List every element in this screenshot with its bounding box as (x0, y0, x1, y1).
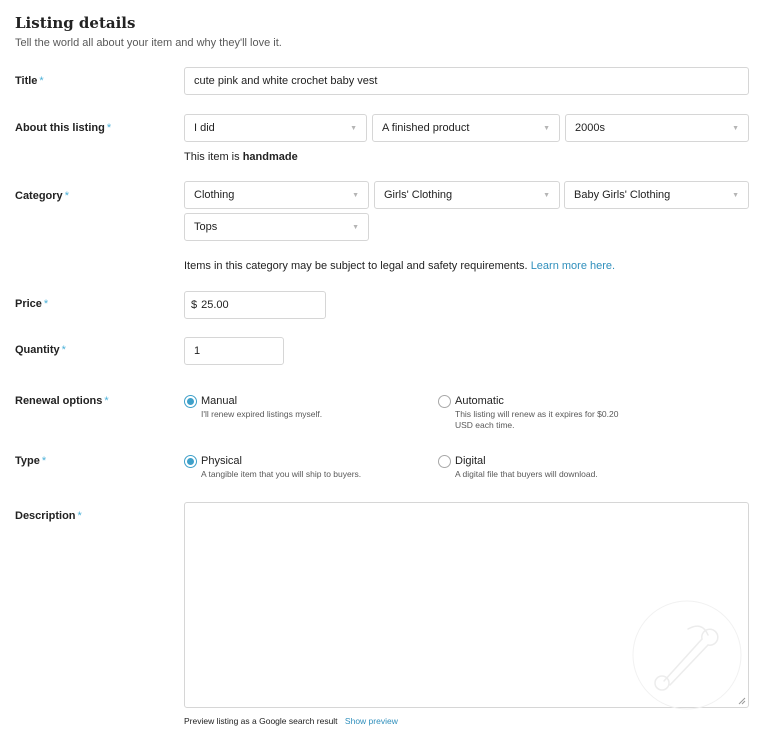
resize-grip-icon[interactable] (738, 697, 746, 705)
type-option-physical[interactable]: Physical A tangible item that you will s… (184, 455, 361, 480)
chevron-down-icon: ▼ (352, 223, 359, 231)
renewal-option-automatic[interactable]: Automatic This listing will renew as it … (438, 395, 618, 431)
renewal-automatic-title: Automatic (455, 395, 504, 407)
chevron-down-icon: ▼ (543, 191, 550, 199)
renewal-manual-title: Manual (201, 395, 238, 407)
category-label: Category * (15, 190, 69, 202)
who-made-value: I did (194, 121, 215, 134)
renewal-option-manual[interactable]: Manual I'll renew expired listings mysel… (184, 395, 322, 420)
type-label: Type * (15, 455, 47, 467)
category-level1-value: Clothing (194, 188, 235, 201)
quantity-value: 1 (194, 344, 201, 357)
google-preview-row: Preview listing as a Google search resul… (184, 716, 398, 727)
required-marker: * (39, 75, 44, 87)
radio-checked-icon[interactable] (184, 455, 197, 468)
type-digital-desc: A digital file that buyers will download… (455, 469, 598, 479)
what-is-it-value: A finished product (382, 121, 470, 134)
chevron-down-icon: ▼ (352, 191, 359, 199)
chevron-down-icon: ▼ (543, 124, 550, 132)
when-made-value: 2000s (575, 121, 605, 134)
type-physical-desc: A tangible item that you will ship to bu… (201, 469, 362, 479)
category-select-level4[interactable]: Tops ▼ (184, 213, 369, 241)
radio-unchecked-icon[interactable] (438, 455, 451, 468)
quantity-input[interactable]: 1 (184, 337, 284, 365)
safety-pin-icon (632, 600, 742, 710)
required-marker: * (43, 298, 49, 310)
title-label: Title * (15, 75, 44, 87)
required-marker: * (41, 455, 47, 467)
currency-symbol: $ (191, 298, 198, 311)
price-value: 25.00 (201, 298, 229, 311)
radio-unchecked-icon[interactable] (438, 395, 451, 408)
when-made-select[interactable]: 2000s ▼ (565, 114, 749, 142)
chevron-down-icon: ▼ (732, 124, 739, 132)
category-level3-value: Baby Girls' Clothing (574, 188, 671, 201)
category-level2-value: Girls' Clothing (384, 188, 453, 201)
type-digital-title: Digital (455, 455, 486, 467)
price-input[interactable]: $ 25.00 (184, 291, 326, 319)
show-preview-link[interactable]: Show preview (345, 716, 398, 726)
chevron-down-icon: ▼ (732, 191, 739, 199)
learn-more-link[interactable]: Learn more here. (531, 260, 615, 272)
category-legal-note: Items in this category may be subject to… (184, 260, 616, 272)
renewal-manual-desc: I'll renew expired listings myself. (201, 409, 323, 419)
handmade-badge-text: handmade (242, 151, 298, 163)
type-option-digital[interactable]: Digital A digital file that buyers will … (438, 455, 598, 480)
description-label: Description * (15, 510, 82, 522)
required-marker: * (104, 395, 109, 407)
google-preview-text: Preview listing as a Google search resul… (184, 716, 338, 726)
section-header: Listing details Tell the world all about… (15, 14, 282, 50)
radio-checked-icon[interactable] (184, 395, 197, 408)
required-marker: * (77, 510, 82, 522)
quantity-label: Quantity * (15, 344, 66, 356)
required-marker: * (64, 190, 69, 202)
handmade-note: This item is handmade (184, 151, 298, 163)
category-select-level3[interactable]: Baby Girls' Clothing ▼ (564, 181, 749, 209)
price-label: Price * (15, 298, 49, 310)
who-made-select[interactable]: I did ▼ (184, 114, 367, 142)
category-select-level2[interactable]: Girls' Clothing ▼ (374, 181, 560, 209)
title-input-value: cute pink and white crochet baby vest (194, 74, 378, 87)
category-level4-value: Tops (194, 220, 218, 233)
required-marker: * (106, 122, 112, 134)
what-is-it-select[interactable]: A finished product ▼ (372, 114, 560, 142)
type-physical-title: Physical (201, 455, 242, 467)
renewal-automatic-desc: This listing will renew as it expires fo… (455, 409, 619, 430)
description-textarea[interactable] (184, 502, 749, 710)
required-marker: * (61, 344, 66, 356)
section-title: Listing details (15, 14, 136, 32)
category-select-level1[interactable]: Clothing ▼ (184, 181, 369, 209)
chevron-down-icon: ▼ (350, 124, 357, 132)
renewal-label: Renewal options * (15, 395, 109, 407)
about-label: About this listing * (15, 122, 112, 134)
title-input[interactable]: cute pink and white crochet baby vest (184, 67, 749, 95)
section-subtitle: Tell the world all about your item and w… (15, 37, 282, 49)
